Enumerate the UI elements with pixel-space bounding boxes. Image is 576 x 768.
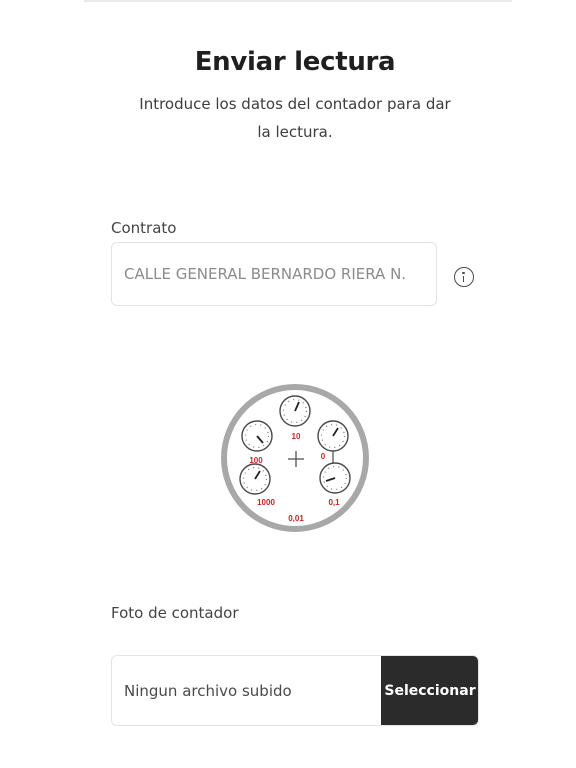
- dial-label-1000: 1000: [257, 498, 275, 507]
- file-status-text: Ningun archivo subido: [124, 682, 292, 700]
- dial-label-10: 10: [292, 432, 301, 441]
- page-subtitle-line-1: Introduce los datos del contador para da…: [139, 95, 451, 113]
- page-subtitle: Introduce los datos del contador para da…: [128, 90, 462, 146]
- meter-illustration: 10 100 0 1000 0,1 0,01: [221, 384, 369, 532]
- dial-0-1: [319, 462, 351, 494]
- dial-label-0-01: 0,01: [288, 514, 304, 523]
- select-file-button[interactable]: Seleccionar: [381, 656, 478, 725]
- dial-10: [279, 395, 311, 427]
- dial-100: [241, 420, 273, 452]
- photo-label: Foto de contador: [111, 604, 239, 622]
- info-icon[interactable]: [454, 267, 474, 287]
- file-upload-field[interactable]: Ningun archivo subido Seleccionar: [111, 655, 479, 726]
- dial-1000: [239, 463, 271, 495]
- dial-0: [317, 420, 349, 452]
- page-title: Enviar lectura: [194, 47, 396, 77]
- dial-label-0: 0: [321, 452, 326, 461]
- contract-label: Contrato: [111, 219, 177, 237]
- contract-input[interactable]: [111, 242, 437, 306]
- page-subtitle-line-2: la lectura.: [257, 123, 333, 141]
- top-divider: [84, 0, 512, 2]
- dial-label-0-1: 0,1: [328, 498, 340, 507]
